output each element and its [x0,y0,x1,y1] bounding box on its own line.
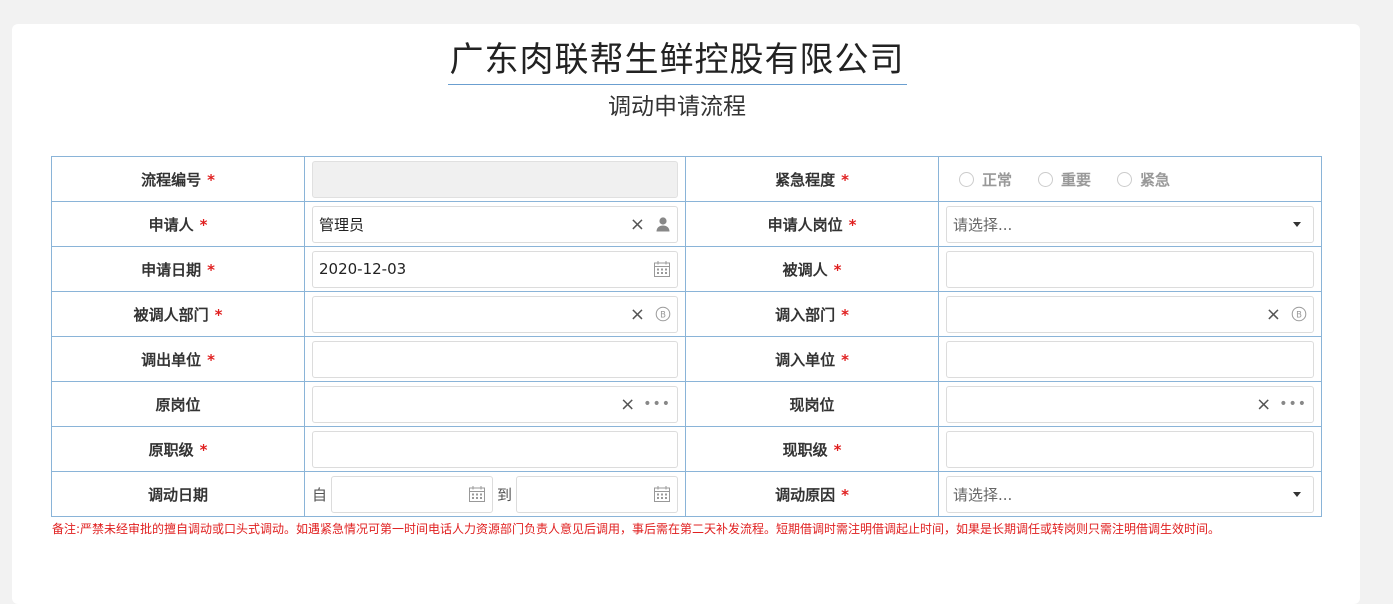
urgency-normal-radio[interactable]: 正常 [959,169,1012,190]
table-row: 调出单位 * 调入单位 * [51,336,1322,382]
transfer-date-range: 自 到 [312,475,678,513]
svg-text:B: B [660,310,666,320]
caret-down-icon [1293,491,1301,497]
application-form-table: 流程编号 * 紧急程度 * 正常 重要 紧急 申请人 * 管理员 × 申请人岗位 * [51,156,1322,517]
in-unit-input[interactable] [946,340,1314,378]
radio-circle-icon[interactable] [1038,171,1054,187]
radio-circle-icon[interactable] [959,171,974,187]
required-mark: * [199,215,208,234]
calendar-icon[interactable] [653,260,671,278]
orig-level-label: 原职级 * [51,426,305,472]
in-dept-label: 调入部门 * [685,291,939,337]
clear-icon[interactable]: × [620,394,635,415]
apply-date-input[interactable]: 2020-12-03 [312,250,678,288]
out-unit-input[interactable] [312,340,678,378]
apply-date-label: 申请日期 * [51,246,305,292]
form-title: 调动申请流程 [608,94,746,120]
out-unit-label: 调出单位 * [51,336,305,382]
urgency-important-radio[interactable]: 重要 [1038,169,1091,190]
applicant-label: 申请人 * [51,201,305,247]
required-mark: * [841,305,849,324]
required-mark: * [207,350,215,369]
orig-post-input[interactable]: × ••• [312,385,678,423]
orig-post-label: 原岗位 [51,381,305,427]
user-icon[interactable] [655,216,671,232]
svg-text:B: B [1296,310,1302,320]
applicant-post-select[interactable]: 请选择... [946,205,1314,243]
in-dept-input[interactable]: × B [946,295,1314,333]
table-row: 被调人部门 * × B 调入部门 * × B [51,291,1322,337]
curr-level-label: 现职级 * [685,426,939,472]
transfer-date-end-input[interactable] [516,475,678,513]
in-unit-label: 调入单位 * [685,336,939,382]
transfer-date-start-input[interactable] [331,475,493,513]
required-mark: * [199,440,208,459]
required-mark: * [214,305,223,324]
clear-icon[interactable]: × [630,214,645,235]
form-card: 广东肉联帮生鲜控股有限公司 调动申请流程 流程编号 * 紧急程度 * 正常 重要 紧… [12,24,1360,604]
required-mark: * [841,170,849,189]
applicant-input[interactable]: 管理员 × [312,205,678,243]
clear-icon[interactable]: × [1266,304,1281,325]
required-mark: * [833,260,842,279]
remark-note: 备注:严禁未经审批的擅自调动或口头式调动。如遇紧急情况可第一时间电话人力资源部门… [52,522,1221,536]
range-from-label: 自 [312,485,328,504]
table-row: 调动日期 自 到 调动原因 * 请选择... [51,471,1322,517]
radio-circle-icon[interactable] [1117,171,1133,187]
required-mark: * [841,485,849,504]
calendar-icon[interactable] [468,485,486,503]
curr-post-input[interactable]: × ••• [946,385,1314,423]
curr-level-input[interactable] [946,430,1314,468]
curr-post-label: 现岗位 [685,381,939,427]
urgency-radio-group: 正常 重要 紧急 [946,169,1314,190]
transferee-dept-input[interactable]: × B [312,295,678,333]
required-mark: * [207,260,215,279]
transfer-date-label: 调动日期 [51,471,305,517]
required-mark: * [833,440,842,459]
clear-icon[interactable]: × [1256,394,1271,415]
transferee-input[interactable] [946,250,1314,288]
urgency-urgent-radio[interactable]: 紧急 [1117,169,1170,190]
clear-icon[interactable]: × [630,304,645,325]
urgency-label: 紧急程度 * [685,156,939,202]
department-icon[interactable]: B [1291,306,1307,322]
reason-select[interactable]: 请选择... [946,475,1314,513]
applicant-post-label: 申请人岗位 * [685,201,939,247]
process-no-label: 流程编号 * [51,156,305,202]
caret-down-icon [1293,221,1301,227]
transferee-dept-label: 被调人部门 * [51,291,305,337]
table-row: 流程编号 * 紧急程度 * 正常 重要 紧急 [51,156,1322,202]
range-to-label: 到 [497,485,513,504]
required-mark: * [848,215,857,234]
more-icon[interactable]: ••• [643,396,671,412]
required-mark: * [841,350,849,369]
table-row: 申请日期 * 2020-12-03 被调人 * [51,246,1322,292]
reason-label: 调动原因 * [685,471,939,517]
department-icon[interactable]: B [655,306,671,322]
table-row: 申请人 * 管理员 × 申请人岗位 * 请选择... [51,201,1322,247]
company-title: 广东肉联帮生鲜控股有限公司 [12,38,1342,85]
orig-level-input[interactable] [312,430,678,468]
table-row: 原职级 * 现职级 * [51,426,1322,472]
table-row: 原岗位 × ••• 现岗位 × ••• [51,381,1322,427]
required-mark: * [207,170,215,189]
transferee-label: 被调人 * [685,246,939,292]
calendar-icon[interactable] [653,485,671,503]
more-icon[interactable]: ••• [1279,396,1307,412]
process-no-input[interactable] [312,160,678,198]
